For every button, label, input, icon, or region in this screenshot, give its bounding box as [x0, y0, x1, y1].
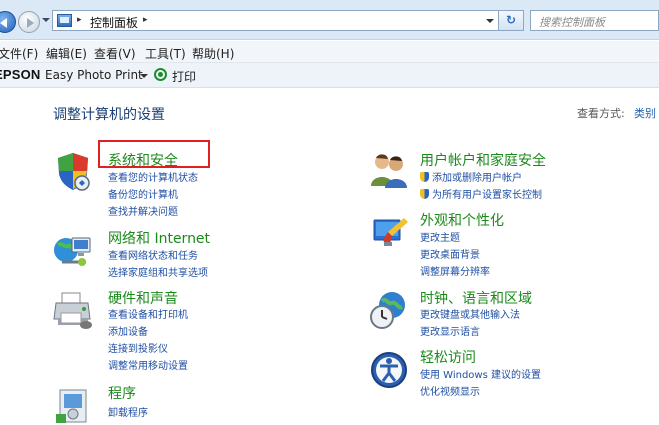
easy-photo-print-button[interactable]: Easy Photo Print	[45, 68, 143, 82]
menu-view[interactable]: 查看(V)	[94, 45, 136, 62]
programs-icon[interactable]	[52, 384, 94, 425]
printer-icon[interactable]	[52, 289, 94, 331]
breadcrumb-control-panel[interactable]: 控制面板	[90, 14, 138, 31]
epson-brand[interactable]: EPSON	[0, 67, 41, 82]
link-view-computer-status[interactable]: 查看您的计算机状态	[108, 169, 198, 184]
category-network-internet[interactable]: 网络和 Internet	[108, 228, 210, 248]
category-user-accounts[interactable]: 用户帐户和家庭安全	[420, 150, 546, 170]
link-windows-suggested-settings[interactable]: 使用 Windows 建议的设置	[420, 366, 541, 381]
category-hardware-sound[interactable]: 硬件和声音	[108, 288, 178, 308]
link-backup-computer[interactable]: 备份您的计算机	[108, 186, 178, 201]
link-change-theme[interactable]: 更改主题	[420, 229, 460, 244]
forward-button[interactable]	[18, 11, 40, 33]
recent-pages-dropdown[interactable]	[42, 18, 50, 22]
menu-help[interactable]: 帮助(H)	[192, 45, 234, 62]
users-icon[interactable]	[368, 150, 410, 192]
link-add-remove-accounts[interactable]: 添加或删除用户帐户	[420, 169, 522, 184]
refresh-button[interactable]: ↻	[498, 10, 524, 31]
menu-bar: 文件(F) 编辑(E) 查看(V) 工具(T) 帮助(H)	[0, 41, 659, 63]
link-optimize-video-display[interactable]: 优化视频显示	[420, 383, 480, 398]
view-by-dropdown[interactable]: 类别	[634, 105, 656, 121]
menu-file[interactable]: 文件(F)	[0, 45, 38, 62]
easy-photo-print-dropdown[interactable]	[140, 74, 148, 78]
clock-globe-icon[interactable]	[368, 289, 410, 331]
breadcrumb-separator[interactable]: ▸	[143, 15, 148, 25]
link-devices-printers[interactable]: 查看设备和打印机	[108, 306, 188, 321]
link-change-display-language[interactable]: 更改显示语言	[420, 323, 480, 338]
refresh-icon: ↻	[505, 13, 517, 27]
link-mobility-settings[interactable]: 调整常用移动设置	[108, 357, 188, 372]
uac-shield-icon	[420, 172, 429, 182]
link-label: 为所有用户设置家长控制	[432, 190, 542, 201]
link-view-network-status[interactable]: 查看网络状态和任务	[108, 247, 198, 262]
appearance-icon[interactable]	[368, 212, 410, 254]
search-placeholder: 搜索控制面板	[539, 16, 605, 29]
menu-edit[interactable]: 编辑(E)	[46, 45, 87, 62]
breadcrumb[interactable]: ▸ 控制面板 ▸	[52, 10, 524, 31]
print-icon[interactable]	[154, 68, 167, 81]
control-panel-icon	[57, 14, 72, 27]
network-icon[interactable]	[52, 228, 94, 270]
toolbar: EPSON Easy Photo Print 打印	[0, 63, 659, 88]
category-system-security[interactable]: 系统和安全	[108, 150, 178, 170]
search-input[interactable]: 搜索控制面板	[530, 10, 659, 31]
link-find-fix-problems[interactable]: 查找并解决问题	[108, 203, 178, 218]
link-add-device[interactable]: 添加设备	[108, 323, 148, 338]
category-programs[interactable]: 程序	[108, 383, 136, 403]
link-change-desktop-background[interactable]: 更改桌面背景	[420, 246, 480, 261]
uac-shield-icon	[420, 189, 429, 199]
address-dropdown[interactable]	[486, 19, 494, 23]
breadcrumb-separator[interactable]: ▸	[77, 15, 82, 25]
category-appearance[interactable]: 外观和个性化	[420, 210, 504, 230]
link-connect-projector[interactable]: 连接到投影仪	[108, 340, 168, 355]
print-button[interactable]: 打印	[172, 68, 196, 85]
link-label: 添加或删除用户帐户	[432, 173, 522, 184]
address-bar: ▸ 控制面板 ▸ ↻ 搜索控制面板	[0, 0, 659, 40]
shield-icon[interactable]	[52, 150, 94, 192]
link-parental-controls[interactable]: 为所有用户设置家长控制	[420, 186, 542, 201]
category-clock-language-region[interactable]: 时钟、语言和区域	[420, 288, 532, 308]
link-screen-resolution[interactable]: 调整屏幕分辨率	[420, 263, 490, 278]
link-homegroup-sharing[interactable]: 选择家庭组和共享选项	[108, 264, 208, 279]
view-by-label: 查看方式:	[577, 107, 625, 120]
category-ease-of-access[interactable]: 轻松访问	[420, 347, 476, 367]
link-uninstall-program[interactable]: 卸载程序	[108, 404, 148, 419]
page-title: 调整计算机的设置	[53, 107, 165, 123]
accessibility-icon[interactable]	[368, 349, 410, 391]
back-button[interactable]	[0, 11, 16, 33]
link-change-keyboard[interactable]: 更改键盘或其他输入法	[420, 306, 520, 321]
menu-tools[interactable]: 工具(T)	[145, 45, 186, 62]
